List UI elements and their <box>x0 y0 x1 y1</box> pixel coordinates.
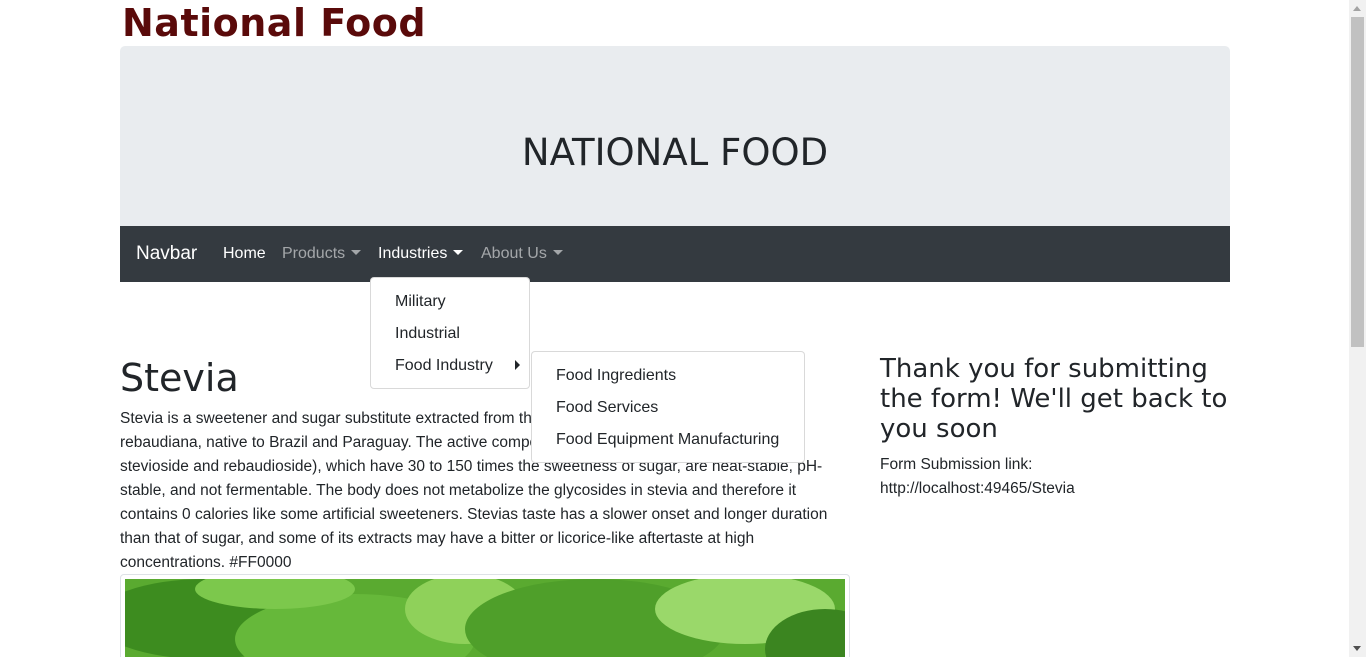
chevron-down-icon <box>453 250 464 255</box>
menu-item-military[interactable]: Military <box>395 293 446 311</box>
nav-about-us-label: About Us <box>481 245 547 262</box>
food-industry-submenu: Food Ingredients Food Services Food Equi… <box>531 351 805 463</box>
nav-industries-label: Industries <box>378 245 448 262</box>
nav-products-label: Products <box>282 245 346 262</box>
form-submission-url[interactable]: http://localhost:49465/Stevia <box>880 477 1075 501</box>
nav-home-label: Home <box>223 245 266 262</box>
page-scrollbar[interactable] <box>1349 0 1366 657</box>
chevron-down-icon <box>552 250 563 255</box>
form-submission-info: Form Submission link: http://localhost:4… <box>880 453 1075 501</box>
stevia-image-content <box>125 579 845 657</box>
industries-dropdown-menu: Military Industrial Food Industry <box>370 277 530 389</box>
jumbotron: NATIONAL FOOD <box>120 46 1230 226</box>
nav-about-us[interactable]: About Us <box>481 245 563 263</box>
menu-item-food-services[interactable]: Food Services <box>556 399 658 417</box>
stevia-leaves-illustration <box>125 579 845 657</box>
chevron-down-icon <box>351 250 362 255</box>
thank-you-message: Thank you for submitting the form! We'll… <box>880 354 1228 444</box>
scroll-up-icon[interactable] <box>1353 6 1361 11</box>
nav-industries[interactable]: Industries <box>378 245 464 263</box>
navbar-brand[interactable]: Navbar <box>136 243 197 265</box>
menu-item-food-equipment-manufacturing[interactable]: Food Equipment Manufacturing <box>556 431 779 449</box>
form-submission-label: Form Submission link: <box>880 456 1033 473</box>
jumbotron-title: NATIONAL FOOD <box>521 131 829 174</box>
site-title: National Food <box>122 1 427 45</box>
scroll-down-icon[interactable] <box>1353 646 1361 651</box>
nav-home[interactable]: Home <box>223 245 266 263</box>
navbar: Navbar Home Products Industries About Us <box>120 226 1230 282</box>
menu-item-industrial[interactable]: Industrial <box>395 325 460 343</box>
nav-products[interactable]: Products <box>282 245 362 263</box>
chevron-right-icon <box>515 360 520 370</box>
menu-item-food-industry[interactable]: Food Industry <box>395 357 493 375</box>
scrollbar-thumb[interactable] <box>1351 17 1364 347</box>
menu-item-food-ingredients[interactable]: Food Ingredients <box>556 367 676 385</box>
article-heading: Stevia <box>120 356 239 400</box>
stevia-image <box>120 574 850 657</box>
